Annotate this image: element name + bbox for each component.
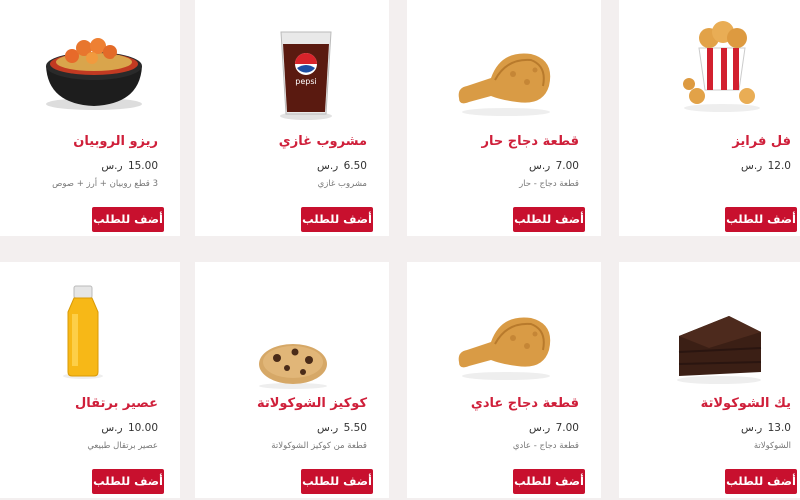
product-price: 10.00 ر.س [101,422,158,434]
product-name: ريزو الروبيان [73,134,158,149]
product-price: 6.50 ر.س [317,160,367,172]
pepsi-cup-icon: pepsi [195,0,389,122]
product-price: 13.0 ر.س [741,422,791,434]
chocolate-cookie-icon [195,262,389,389]
add-to-order-button[interactable]: أضف للطلب [513,469,585,494]
waffle-fries-icon [619,0,800,122]
product-card[interactable]: كوكيز الشوكولاتة 5.50 ر.س قطعة من كوكيز … [195,262,389,498]
product-description: الشوكولاتة [753,441,791,451]
fried-chicken-drumstick-icon [407,262,601,384]
product-description: قطعة دجاج - عادي [512,441,579,451]
product-name: قطعة دجاج حار [481,134,579,149]
product-name: قطعة دجاج عادي [470,396,579,411]
svg-text:pepsi: pepsi [295,77,316,86]
product-price: 7.00 ر.س [529,422,579,434]
product-name: يك الشوكولاتة [700,396,791,411]
product-description: قطعة دجاج - حار [519,179,579,189]
add-to-order-button[interactable]: أضف للطلب [92,207,164,232]
product-price: 5.50 ر.س [317,422,367,434]
product-name: عصير برتقال [75,396,158,411]
product-description: 3 قطع روبيان + أرز + صوص [52,179,158,189]
product-card[interactable]: عصير برتقال 10.00 ر.س عصير برتقال طبيعي … [0,262,180,498]
product-card[interactable]: قطعة دجاج عادي 7.00 ر.س قطعة دجاج - عادي… [407,262,601,498]
product-description: عصير برتقال طبيعي [87,441,158,451]
product-description: قطعة من كوكيز الشوكولاتة [271,441,367,451]
product-card[interactable]: فل فرايز 12.0 ر.س أضف للطلب [619,0,800,236]
add-to-order-button[interactable]: أضف للطلب [725,469,797,494]
rizo-shrimp-bowl-icon [0,0,180,122]
add-to-order-button[interactable]: أضف للطلب [725,207,797,232]
product-card[interactable]: يك الشوكولاتة 13.0 ر.س الشوكولاتة أضف لل… [619,262,800,498]
product-name: كوكيز الشوكولاتة [256,396,367,411]
product-name: فل فرايز [732,134,791,149]
add-to-order-button[interactable]: أضف للطلب [92,469,164,494]
product-price: 7.00 ر.س [529,160,579,172]
product-price: 15.00 ر.س [101,160,158,172]
product-description: مشروب غازي [317,179,367,189]
add-to-order-button[interactable]: أضف للطلب [301,469,373,494]
product-card[interactable]: pepsi مشروب غازي 6.50 ر.س مشروب غازي أضف… [195,0,389,236]
product-card[interactable]: قطعة دجاج حار 7.00 ر.س قطعة دجاج - حار أ… [407,0,601,236]
product-name: مشروب غازي [278,134,367,149]
fried-chicken-drumstick-icon [407,0,601,122]
orange-juice-bottle-icon [0,262,180,384]
chocolate-cake-slice-icon [619,262,800,384]
add-to-order-button[interactable]: أضف للطلب [301,207,373,232]
add-to-order-button[interactable]: أضف للطلب [513,207,585,232]
product-card[interactable]: ريزو الروبيان 15.00 ر.س 3 قطع روبيان + أ… [0,0,180,236]
product-price: 12.0 ر.س [741,160,791,172]
